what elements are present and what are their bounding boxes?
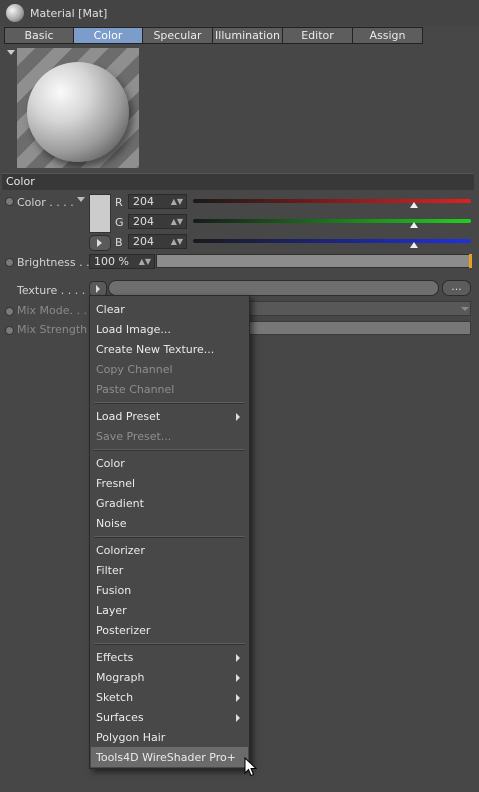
brightness-label: Brightness . . [17,256,90,269]
r-spinner-icon[interactable]: ▲▼ [171,195,183,208]
tab-basic[interactable]: Basic [4,27,74,44]
menu-separator [94,536,245,538]
b-slider-knob[interactable] [410,242,418,248]
menu-separator [94,402,245,404]
menu-item-colorizer[interactable]: Colorizer [96,541,145,561]
g-value-field[interactable]: 204 ▲▼ [128,214,187,229]
mix-mode-dropdown[interactable] [249,301,471,316]
brightness-slider[interactable] [156,254,471,268]
r-value-field[interactable]: 204 ▲▼ [128,194,187,209]
tab-illumination[interactable]: Illumination [212,27,283,44]
menu-item-tools4d-wireshader[interactable]: Tools4D WireShader Pro+ [96,748,236,768]
menu-item-gradient[interactable]: Gradient [96,494,144,514]
preview-sphere [27,62,129,162]
menu-separator [94,643,245,645]
menu-item-load-image[interactable]: Load Image... [96,320,171,340]
brightness-marker [469,254,472,268]
color-keyframe-dot-icon[interactable] [5,197,14,206]
color-label: Color . . . . [17,196,74,209]
color-section-header [2,173,474,190]
b-channel-label: B [115,236,123,249]
g-channel-label: G [115,216,124,229]
menu-item-surfaces[interactable]: Surfaces [96,708,239,728]
menu-item-layer[interactable]: Layer [96,601,127,621]
brightness-field[interactable]: 100 % ▲▼ [89,254,155,269]
brightness-keyframe-dot-icon[interactable] [5,258,14,267]
texture-label: Texture . . . . . [17,284,93,297]
mix-strength-keyframe-dot-icon[interactable] [5,326,14,335]
menu-item-mograph[interactable]: Mograph [96,668,242,688]
tab-bar: Basic Color Specular Illumination Editor… [4,27,423,44]
chevron-down-icon [461,307,469,311]
window-title: Material [Mat] [30,7,108,20]
tab-assign[interactable]: Assign [352,27,423,44]
brightness-value: 100 % [94,255,129,268]
mix-mode-label: Mix Mode. . . . [17,304,94,317]
menu-item-color[interactable]: Color [96,454,125,474]
menu-item-save-preset[interactable]: Save Preset... [96,427,171,447]
menu-separator [94,449,245,451]
brightness-spinner-icon[interactable]: ▲▼ [139,255,151,268]
g-value: 204 [133,215,154,228]
mouse-cursor-icon [244,757,258,777]
r-value: 204 [133,195,154,208]
tab-color[interactable]: Color [73,27,143,44]
r-channel-label: R [115,196,123,209]
g-slider-track[interactable] [193,219,471,223]
menu-item-create-new-texture[interactable]: Create New Texture... [96,340,214,360]
tab-specular[interactable]: Specular [142,27,213,44]
color-swatch-arrow-icon[interactable] [77,197,85,202]
b-spinner-icon[interactable]: ▲▼ [171,235,183,248]
b-slider-track[interactable] [193,239,471,243]
material-preview[interactable] [17,48,139,168]
preview-menu-arrow-icon[interactable] [7,50,15,55]
texture-browse-button[interactable]: ... [442,280,471,296]
r-slider-knob[interactable] [410,202,418,208]
b-value: 204 [133,235,154,248]
r-slider-track[interactable] [193,199,471,203]
menu-item-polygon-hair[interactable]: Polygon Hair [96,728,165,748]
texture-popup-menu: Clear Load Image... Create New Texture..… [89,295,250,769]
g-slider-knob[interactable] [410,222,418,228]
menu-item-fresnel[interactable]: Fresnel [96,474,135,494]
menu-item-sketch[interactable]: Sketch [96,688,241,708]
menu-item-filter[interactable]: Filter [96,561,123,581]
menu-item-load-preset[interactable]: Load Preset [96,407,241,427]
color-swatch[interactable] [89,194,111,233]
section-title: Color [6,175,35,188]
menu-item-paste-channel[interactable]: Paste Channel [96,380,174,400]
menu-item-copy-channel[interactable]: Copy Channel [96,360,173,380]
color-mode-button[interactable] [89,235,111,251]
b-value-field[interactable]: 204 ▲▼ [128,234,187,249]
mix-strength-label: Mix Strength [17,323,88,336]
menu-item-clear[interactable]: Clear [96,300,125,320]
menu-item-effects[interactable]: Effects [96,648,242,668]
menu-item-noise[interactable]: Noise [96,514,127,534]
material-sphere-icon [6,4,24,22]
texture-field[interactable] [108,280,439,296]
mix-strength-slider[interactable] [249,321,471,335]
g-spinner-icon[interactable]: ▲▼ [171,215,183,228]
mix-mode-keyframe-dot-icon[interactable] [5,307,14,316]
menu-item-fusion[interactable]: Fusion [96,581,131,601]
tab-editor[interactable]: Editor [282,27,353,44]
menu-item-posterizer[interactable]: Posterizer [96,621,150,641]
